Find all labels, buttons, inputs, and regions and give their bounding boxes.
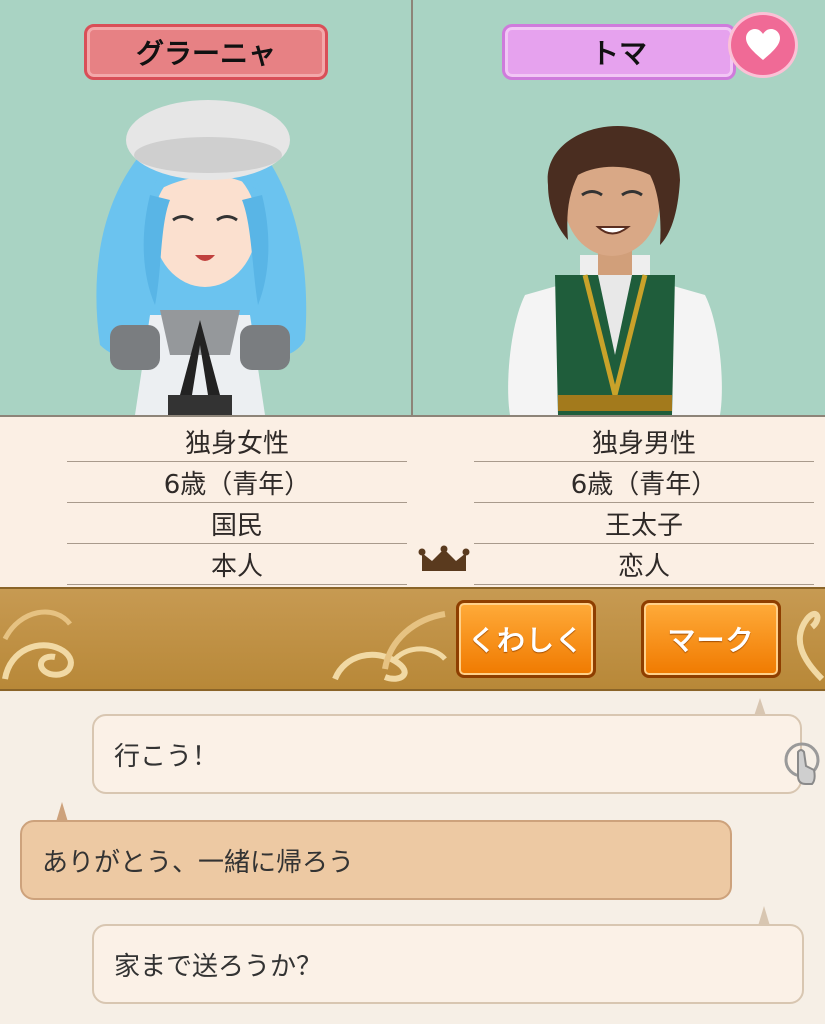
right-relationship: 恋人 — [474, 544, 814, 585]
chat-bubble-partner: ありがとう、一緒に帰ろう — [20, 820, 732, 900]
crown-icon — [418, 545, 470, 571]
right-character-portrait — [508, 126, 722, 415]
left-age: 6歳（青年） — [67, 462, 407, 503]
right-character-name: トマ — [590, 37, 647, 70]
right-marital-status: 独身男性 — [474, 421, 814, 462]
chat-bubble-player: 行こう！ — [92, 714, 802, 794]
left-stats: 独身女性 6歳（青年） 国民 本人 — [67, 421, 407, 585]
chat-message-text: ありがとう、一緒に帰ろう — [42, 847, 355, 878]
conversation-log[interactable]: 行こう！ ありがとう、一緒に帰ろう 家まで送ろうか？ — [0, 692, 825, 1024]
profile-stats-panel: 独身女性 6歳（青年） 国民 本人 独身男性 6歳（青年） 王太子 恋人 — [0, 415, 825, 587]
right-name-tag: トマ — [502, 24, 736, 80]
ornament-center — [332, 611, 447, 682]
mark-button[interactable]: マーク — [641, 600, 781, 678]
ornament-left — [2, 609, 74, 680]
left-relationship: 本人 — [67, 544, 407, 585]
left-character-name: グラーニャ — [135, 37, 276, 70]
bubble-tail — [56, 802, 68, 822]
ornament-right — [796, 611, 825, 682]
favorite-button[interactable] — [728, 12, 798, 78]
left-character-portrait — [96, 100, 307, 415]
details-button[interactable]: くわしく — [456, 600, 596, 678]
left-name-tag: グラーニャ — [84, 24, 328, 80]
chat-bubble-player: 家まで送ろうか？ — [92, 924, 804, 1004]
heart-icon — [746, 29, 780, 60]
tap-icon[interactable] — [782, 740, 822, 790]
chat-message-text: 家まで送ろうか？ — [114, 951, 323, 982]
chat-message-text: 行こう！ — [114, 741, 219, 772]
right-stats: 独身男性 6歳（青年） 王太子 恋人 — [474, 421, 814, 585]
left-rank: 国民 — [67, 503, 407, 544]
right-rank: 王太子 — [474, 503, 814, 544]
bubble-tail — [758, 906, 770, 926]
right-age: 6歳（青年） — [474, 462, 814, 503]
left-marital-status: 独身女性 — [67, 421, 407, 462]
